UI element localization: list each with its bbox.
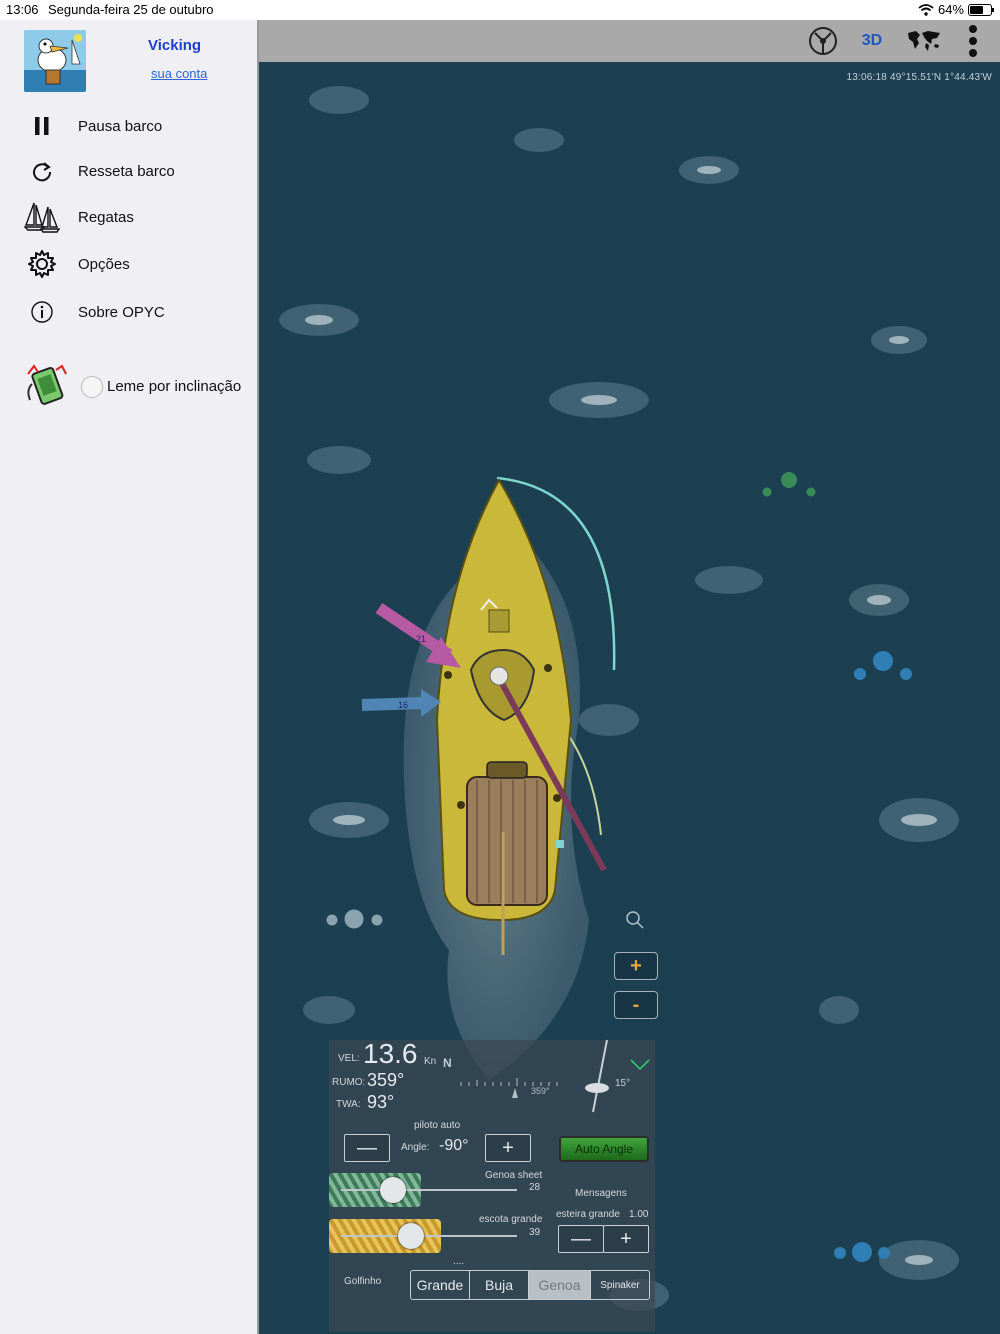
world-map-button[interactable] [904,24,944,58]
menu-item-label: Regatas [78,208,134,226]
sailboats-icon [22,199,62,235]
gps-coordinates: 13:06:18 49°15.51'N 1°44.43'W [846,72,992,83]
info-icon [22,294,62,330]
angle-label: Angle: [401,1142,430,1153]
steering-wheel-icon [809,27,837,55]
menu-item-about[interactable]: Sobre OPYC [0,292,257,332]
gear-icon [22,246,62,282]
angle-decrease-button[interactable]: — [344,1134,390,1162]
tilt-steering-label: Leme por inclinação [107,378,242,395]
genoa-sheet-value: 28 [529,1182,541,1193]
messages-label[interactable]: Mensagens [575,1188,627,1199]
compass-heading: 359° [531,1086,550,1096]
course-value: 359° [367,1070,405,1090]
sea-map[interactable]: 21 16 3D 13:06:18 49°15.51'N 1°44.43'W +… [259,20,1000,1334]
status-date: Segunda-feira 25 de outubro [48,2,214,17]
tilt-phone-icon [27,364,67,405]
speed-value: 13.6 [363,1038,418,1069]
user-name: Vicking [148,37,202,54]
sidebar: Vicking sua conta Pausa barco Resseta ba… [0,20,259,1334]
sail-tab-genoa[interactable]: Genoa [529,1271,591,1299]
apparent-wind-label: 16 [398,700,409,710]
compass-north: N [443,1056,452,1070]
menu-item-label: Pausa barco [78,117,163,135]
angle-increase-button[interactable]: + [485,1134,531,1162]
more-vertical-icon [969,25,977,57]
traveller-value: 1.00 [629,1209,649,1220]
wifi-icon [918,3,934,16]
reset-icon [22,153,62,189]
avatar[interactable] [24,30,86,92]
angle-value: -90° [439,1137,469,1154]
heel-indicator-icon [585,1039,609,1113]
sail-tab-spinaker[interactable]: Spinaker [591,1271,649,1299]
sheet-marker [556,840,564,848]
main-sheet-label: escota grande [479,1214,543,1225]
menu-item-label: Sobre OPYC [78,303,165,321]
map-toolbar: 3D [259,20,1000,62]
twa-value: 93° [367,1092,395,1112]
collapse-chevron-icon[interactable] [629,1058,651,1072]
genoa-sheet-slider[interactable] [380,1177,406,1203]
menu-item-pause[interactable]: Pausa barco [0,106,257,146]
sailboat-hull [435,477,573,955]
genoa-sheet-label: Genoa sheet [485,1170,543,1181]
sail-tab-grande[interactable]: Grande [411,1271,470,1299]
main-slider-track [341,1235,517,1237]
course-label: RUMO: [332,1077,366,1088]
dolphin-label[interactable]: Golfinho [344,1276,381,1287]
speed-unit: Kn [424,1056,437,1067]
traveller-decrease-button[interactable]: — [558,1225,604,1253]
traveller-label: esteira grande [556,1209,620,1220]
more-menu-button[interactable] [965,24,981,58]
heel-angle: 15° [615,1078,631,1089]
account-link[interactable]: sua conta [151,66,207,81]
auto-angle-button[interactable]: Auto Angle [559,1136,649,1162]
zoom-out-button[interactable]: - [614,991,658,1019]
genoa-slider-track [341,1189,517,1191]
steering-wheel-button[interactable] [805,24,841,58]
search-icon[interactable] [625,910,645,930]
true-wind-label: 21 [416,634,427,644]
menu-item-reset[interactable]: Resseta barco [0,151,257,191]
pelican-avatar-icon [24,30,86,92]
menu-item-label: Resseta barco [78,162,175,180]
autopilot-title: piloto auto [414,1120,461,1131]
status-time: 13:06 [6,2,39,17]
pause-icon [22,108,62,144]
traveller-increase-button[interactable]: + [603,1225,649,1253]
sail-tab-buja[interactable]: Buja [470,1271,529,1299]
zoom-in-button[interactable]: + [614,952,658,980]
tilt-steering-toggle[interactable] [81,376,103,398]
battery-icon [968,3,994,16]
menu-item-options[interactable]: Opções [0,244,257,284]
status-bar: 13:06 Segunda-feira 25 de outubro 64% [0,0,1000,20]
battery-percent: 64% [937,2,964,17]
status-right: 64% [918,2,994,17]
dots-indicator: .... [453,1256,465,1267]
main-sheet-value: 39 [529,1227,541,1238]
speed-label: VEL: [338,1053,360,1064]
world-map-icon [908,31,940,51]
main-sheet-slider[interactable] [398,1223,424,1249]
sail-selector: Grande Buja Genoa Spinaker [410,1270,650,1300]
mast-icon [489,666,509,686]
tilt-steering-row: Leme por inclinação [0,356,257,416]
menu-item-label: Opções [78,255,130,273]
view-3d-button[interactable]: 3D [857,24,887,58]
menu-item-regattas[interactable]: Regatas [0,197,257,237]
twa-label: TWA: [336,1099,361,1110]
